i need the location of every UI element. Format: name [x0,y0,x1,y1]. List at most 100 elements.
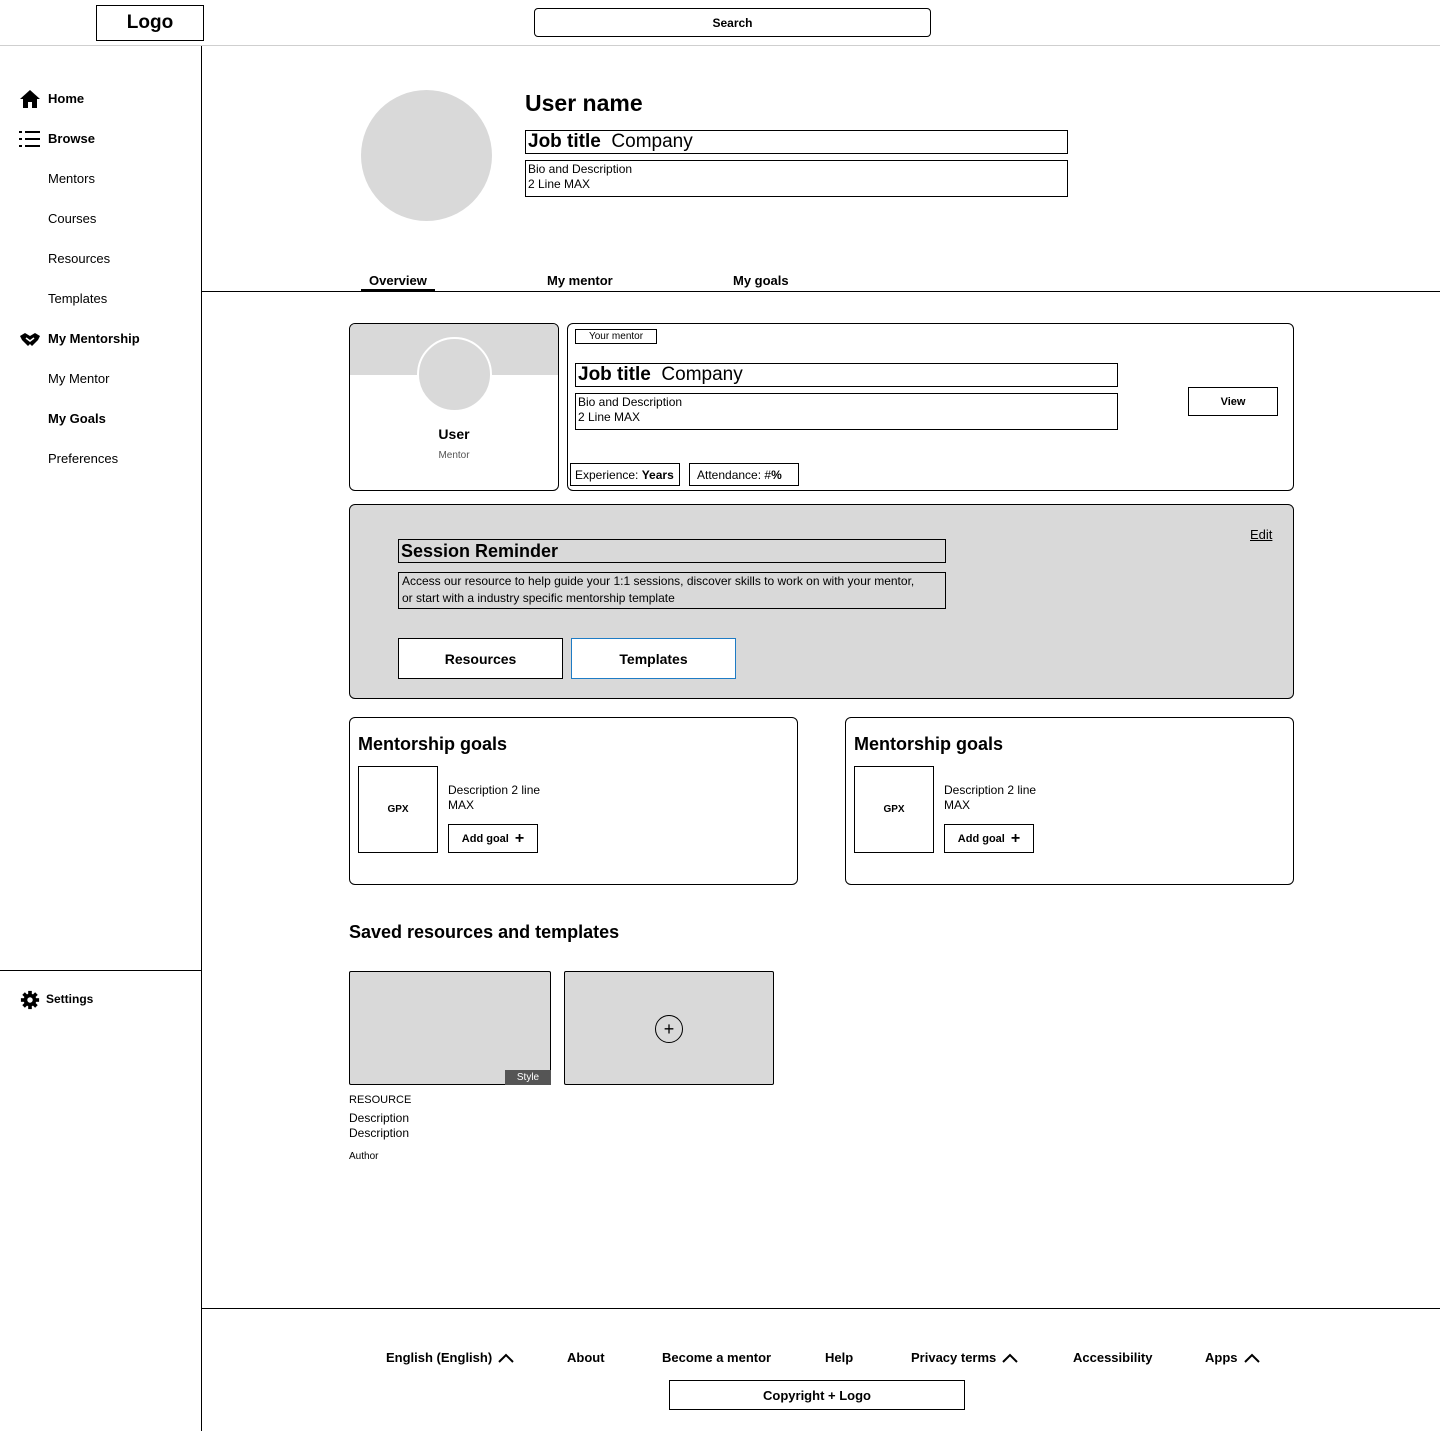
mentor-name: User [438,426,470,442]
avatar [361,90,492,221]
add-goal-button[interactable]: Add goal + [448,824,538,853]
goal-graphic: GPX [854,766,934,853]
footer-link-accessibility[interactable]: Accessibility [1073,1350,1153,1365]
your-mentor-badge: Your mentor [575,329,657,344]
resource-author: Author [349,1151,379,1162]
goals-card-title: Mentorship goals [854,734,1004,754]
mentor-company: Company [661,364,743,385]
list-icon [19,129,41,149]
footer-link-label: About [567,1350,605,1365]
bio-line: 2 Line MAX [528,177,591,191]
goal-description: Description 2 line MAX [944,783,1064,813]
footer-privacy-terms[interactable]: Privacy terms [911,1350,1018,1365]
sidebar-item-courses[interactable]: Courses [0,199,200,239]
templates-button[interactable]: Templates [571,638,736,679]
view-mentor-button[interactable]: View [1188,387,1278,416]
sidebar-item-label: My Goals [48,411,106,426]
goal-graphic: GPX [358,766,438,853]
footer-copyright: Copyright + Logo [669,1380,965,1410]
add-goal-button[interactable]: Add goal + [944,824,1034,853]
sidebar-item-my-mentorship[interactable]: My Mentorship [0,319,200,359]
bio: Bio and Description 2 Line MAX [525,160,1068,197]
sidebar-item-settings[interactable]: Settings [0,980,200,1020]
sidebar-item-mentors[interactable]: Mentors [0,159,200,199]
home-icon [19,89,41,109]
description-line: MAX [448,798,475,812]
sidebar-item-label: Templates [48,291,108,306]
bio-line: 2 Line MAX [578,410,641,424]
session-reminder-description: Access our resource to help guide your 1… [398,572,946,609]
footer-link-become-mentor[interactable]: Become a mentor [662,1350,771,1365]
attendance-value: % [771,467,782,482]
mentor-profile-card: User Mentor [349,323,559,491]
sidebar-divider [201,46,202,1431]
edit-link[interactable]: Edit [1250,527,1272,542]
footer-link-about[interactable]: About [567,1350,605,1365]
description-line: or start with a industry specific mentor… [402,591,675,605]
description-line: Description 2 line [944,783,1037,797]
add-goal-label: Add goal [957,832,1005,845]
sidebar-item-label: Settings [46,992,94,1006]
sidebar-item-my-goals[interactable]: My Goals [0,399,200,439]
chevron-up-icon [1002,1353,1018,1363]
mentorship-goals-card: Mentorship goals GPX Description 2 line … [349,717,798,885]
footer-language-selector[interactable]: English (English) [386,1350,514,1365]
bio-line: Bio and Description [578,395,683,409]
tab-my-mentor[interactable]: My mentor [547,273,613,288]
footer-link-label: Apps [1205,1350,1238,1365]
tab-overview[interactable]: Overview [369,273,427,288]
resource-description: Description [349,1111,410,1125]
add-goal-label: Add goal [461,832,509,845]
mentor-bio: Bio and Description 2 Line MAX [575,393,1118,430]
search-input[interactable]: Search [534,8,931,37]
active-tab-indicator [361,289,435,292]
resources-button[interactable]: Resources [398,638,563,679]
experience-value: Years [641,467,674,482]
tab-my-goals[interactable]: My goals [733,273,789,288]
page-title: User name [525,90,643,116]
goals-card-title: Mentorship goals [358,734,508,754]
sidebar-item-label: Mentors [48,171,95,186]
sidebar-item-label: Browse [48,131,95,146]
chevron-up-icon [1243,1353,1260,1363]
chevron-up-icon [498,1353,514,1363]
sidebar-item-resources[interactable]: Resources [0,239,200,279]
gear-icon [19,990,41,1010]
handshake-icon [19,329,41,349]
sidebar-item-label: Courses [48,211,97,226]
goal-description: Description 2 line MAX [448,783,568,813]
resource-description: Description [349,1126,410,1140]
sidebar-item-templates[interactable]: Templates [0,279,200,319]
mentor-job-title-company: Job title Company [575,363,1118,387]
sidebar-item-home[interactable]: Home [0,79,200,119]
plus-icon: + [514,829,525,847]
settings-divider [0,970,202,971]
description-line: MAX [944,798,971,812]
company: Company [611,131,693,152]
resource-thumbnail[interactable] [349,971,551,1085]
sidebar-item-label: My Mentor [48,371,110,386]
footer-link-label: English (English) [386,1350,493,1365]
job-title-company: Job title Company [525,130,1068,154]
footer-link-label: Accessibility [1073,1350,1153,1365]
attendance-badge: Attendance: #% [689,463,799,486]
sidebar-item-label: Resources [48,251,111,266]
sidebar-item-browse[interactable]: Browse [0,119,200,159]
attendance-label: Attendance: # [697,467,772,482]
footer-apps[interactable]: Apps [1205,1350,1260,1365]
job-title: Job title [528,131,601,152]
description-line: Access our resource to help guide your 1… [402,574,915,588]
footer-link-label: Help [825,1350,854,1365]
session-reminder-title: Session Reminder [398,539,946,563]
sidebar-item-label: Home [48,91,85,106]
plus-icon: + [1010,829,1021,847]
footer-link-help[interactable]: Help [825,1350,853,1365]
logo[interactable]: Logo [96,5,204,41]
footer-divider [202,1308,1440,1309]
sidebar-item-my-mentor[interactable]: My Mentor [0,359,200,399]
saved-section-title: Saved resources and templates [349,922,620,942]
sidebar-item-preferences[interactable]: Preferences [0,439,200,479]
sidebar-item-label: My Mentorship [48,331,140,346]
mentor-avatar [417,337,492,412]
add-circle-icon[interactable]: + [655,1015,683,1043]
